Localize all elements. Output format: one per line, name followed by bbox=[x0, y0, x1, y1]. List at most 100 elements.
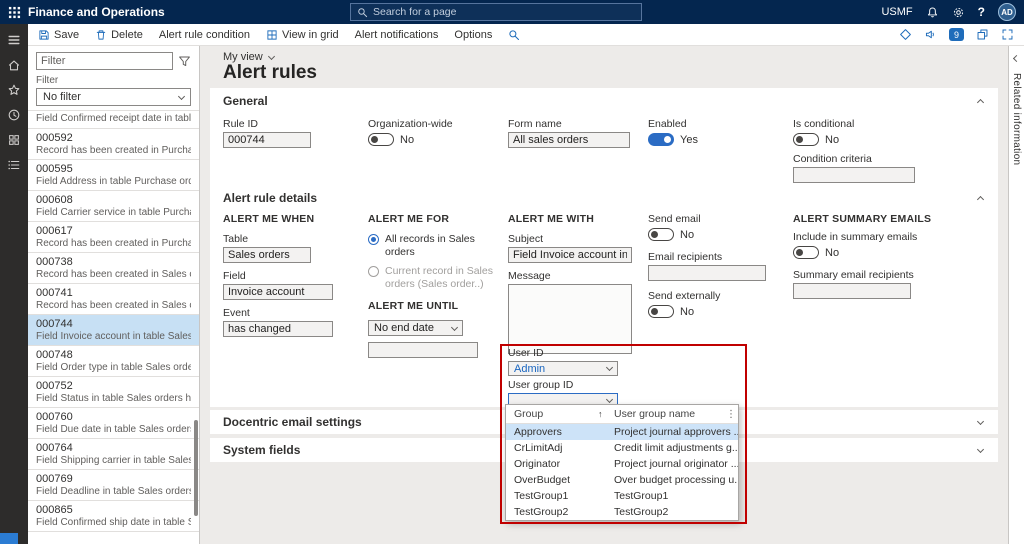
alert-notifications-button[interactable]: Alert notifications bbox=[355, 29, 439, 41]
send-externally-toggle[interactable] bbox=[648, 305, 674, 318]
popout-icon[interactable] bbox=[976, 28, 989, 41]
bell-icon[interactable] bbox=[926, 6, 939, 19]
list-filter-input[interactable] bbox=[36, 52, 173, 70]
dropdown-row[interactable]: TestGroup1 TestGroup1 bbox=[506, 488, 738, 504]
enabled-toggle[interactable] bbox=[648, 133, 674, 146]
save-icon bbox=[39, 29, 49, 40]
include-summary-toggle[interactable] bbox=[793, 246, 819, 259]
user-group-dropdown: Group ↑ User group name ⋮ Approvers Proje… bbox=[505, 404, 739, 521]
list-item[interactable]: 000752 Field Status in table Sales orders… bbox=[28, 377, 199, 408]
list-item[interactable]: 000741 Record has been created in Sales o… bbox=[28, 284, 199, 315]
filter-select[interactable]: No filter bbox=[36, 88, 191, 106]
list-item[interactable]: 000595 Field Address in table Purchase or… bbox=[28, 160, 199, 191]
collapse-icon bbox=[976, 195, 985, 204]
help-icon[interactable]: ? bbox=[978, 5, 985, 19]
search-icon bbox=[358, 7, 368, 17]
table-input[interactable] bbox=[223, 247, 311, 263]
workspaces-list-icon[interactable] bbox=[0, 152, 28, 177]
collapse-icon bbox=[976, 98, 985, 107]
user-id-combobox[interactable]: Admin bbox=[508, 361, 618, 376]
current-record-radio[interactable]: Current record in Sales orders (Sales or… bbox=[368, 265, 506, 291]
column-header-user-group-name[interactable]: User group name bbox=[612, 408, 724, 420]
until-select[interactable]: No end date bbox=[368, 320, 463, 336]
list-item-selected[interactable]: 000744 Field Invoice account in table Sal… bbox=[28, 315, 199, 346]
chevron-down-icon bbox=[450, 323, 459, 331]
waffle-icon[interactable] bbox=[0, 0, 28, 24]
section-details-header[interactable]: Alert rule details bbox=[210, 185, 998, 211]
delete-button[interactable]: Delete bbox=[95, 29, 143, 41]
rule-id-input[interactable] bbox=[223, 132, 311, 148]
expand-related-icon[interactable] bbox=[1012, 54, 1021, 63]
grid-icon bbox=[267, 29, 277, 40]
view-in-grid-button[interactable]: View in grid bbox=[266, 29, 339, 41]
subject-input[interactable] bbox=[508, 247, 632, 263]
event-input[interactable] bbox=[223, 321, 333, 337]
summary-recipients-input[interactable] bbox=[793, 283, 911, 299]
dropdown-row[interactable]: OverBudget Over budget processing u... bbox=[506, 472, 738, 488]
dropdown-row-selected[interactable]: Approvers Project journal approvers ... bbox=[506, 424, 738, 440]
condition-criteria-input[interactable] bbox=[793, 167, 915, 183]
all-records-radio[interactable]: All records in Sales orders bbox=[368, 233, 506, 259]
avatar[interactable]: AD bbox=[998, 3, 1016, 21]
list-filter-block: Filter No filter bbox=[28, 46, 199, 110]
related-information-panel[interactable]: Related information bbox=[1008, 46, 1024, 544]
user-fields-block: User ID Admin User group ID bbox=[508, 347, 618, 408]
global-search[interactable] bbox=[350, 3, 642, 21]
app-title[interactable]: Finance and Operations bbox=[28, 5, 165, 19]
until-date-input[interactable] bbox=[368, 342, 478, 358]
send-email-toggle[interactable] bbox=[648, 228, 674, 241]
list-item[interactable]: 000592 Record has been created in Purchas… bbox=[28, 129, 199, 160]
actionbar-search-icon[interactable] bbox=[508, 29, 520, 41]
announcement-icon[interactable] bbox=[924, 28, 937, 41]
column-header-group[interactable]: Group bbox=[506, 408, 598, 420]
email-recipients-input[interactable] bbox=[648, 265, 766, 281]
home-icon[interactable] bbox=[0, 52, 28, 77]
summary-recipients-label: Summary email recipients bbox=[793, 269, 914, 281]
list-item[interactable]: 000865 Field Confirmed ship date in table… bbox=[28, 501, 199, 532]
dropdown-row[interactable]: TestGroup2 TestGroup2 bbox=[506, 504, 738, 520]
list-item[interactable]: 000617 Record has been created in Purchas… bbox=[28, 222, 199, 253]
alert-rule-condition-button[interactable]: Alert rule condition bbox=[159, 29, 250, 41]
alert-summary-emails-header: ALERT SUMMARY EMAILS bbox=[793, 213, 932, 225]
list-item[interactable]: 000738 Record has been created in Sales o… bbox=[28, 253, 199, 284]
is-conditional-label: Is conditional bbox=[793, 118, 855, 130]
message-textarea[interactable] bbox=[508, 284, 632, 354]
gear-icon[interactable] bbox=[952, 6, 965, 19]
list-item[interactable]: 000760 Field Due date in table Sales orde… bbox=[28, 408, 199, 439]
filter-funnel-icon[interactable] bbox=[178, 55, 191, 68]
menu-icon[interactable] bbox=[0, 27, 28, 52]
form-name-input[interactable] bbox=[508, 132, 630, 148]
field-input[interactable] bbox=[223, 284, 333, 300]
send-email-label: Send email bbox=[648, 213, 701, 225]
list-scrollbar[interactable] bbox=[194, 420, 198, 516]
dropdown-row[interactable]: Originator Project journal originator ... bbox=[506, 456, 738, 472]
list-item[interactable]: 000608 Field Carrier service in table Pur… bbox=[28, 191, 199, 222]
company-picker[interactable]: USMF bbox=[881, 6, 912, 18]
options-button[interactable]: Options bbox=[454, 29, 492, 41]
modules-grid-icon[interactable] bbox=[0, 127, 28, 152]
list-item[interactable]: 000764 Field Shipping carrier in table Sa… bbox=[28, 439, 199, 470]
alert-rules-list: 000592 Record has been created in Purchas… bbox=[28, 129, 199, 532]
expand-icon bbox=[976, 417, 985, 425]
maximize-icon[interactable] bbox=[1001, 28, 1014, 41]
messages-badge[interactable]: 9 bbox=[949, 28, 964, 41]
connector-icon[interactable] bbox=[899, 28, 912, 41]
dropdown-header-row: Group ↑ User group name ⋮ bbox=[506, 405, 738, 424]
list-item[interactable]: 000769 Field Deadline in table Sales orde… bbox=[28, 470, 199, 501]
save-button[interactable]: Save bbox=[38, 29, 79, 41]
column-options-icon[interactable]: ⋮ bbox=[724, 409, 738, 420]
form-name-label: Form name bbox=[508, 118, 562, 130]
sort-ascending-icon[interactable]: ↑ bbox=[598, 409, 612, 419]
is-conditional-toggle[interactable] bbox=[793, 133, 819, 146]
list-item[interactable]: 000748 Field Order type in table Sales or… bbox=[28, 346, 199, 377]
recent-clock-icon[interactable] bbox=[0, 102, 28, 127]
chevron-down-icon bbox=[605, 395, 614, 404]
organization-wide-toggle[interactable] bbox=[368, 133, 394, 146]
global-search-input[interactable] bbox=[373, 6, 635, 18]
content-area: My view Alert rules General Rule ID Orga… bbox=[200, 46, 1008, 544]
dropdown-row[interactable]: CrLimitAdj Credit limit adjustments g... bbox=[506, 440, 738, 456]
section-general-header[interactable]: General bbox=[210, 88, 998, 114]
list-item-partial[interactable]: Field Confirmed receipt date in tabl... bbox=[28, 110, 199, 129]
event-label: Event bbox=[223, 307, 250, 319]
favorites-star-icon[interactable] bbox=[0, 77, 28, 102]
